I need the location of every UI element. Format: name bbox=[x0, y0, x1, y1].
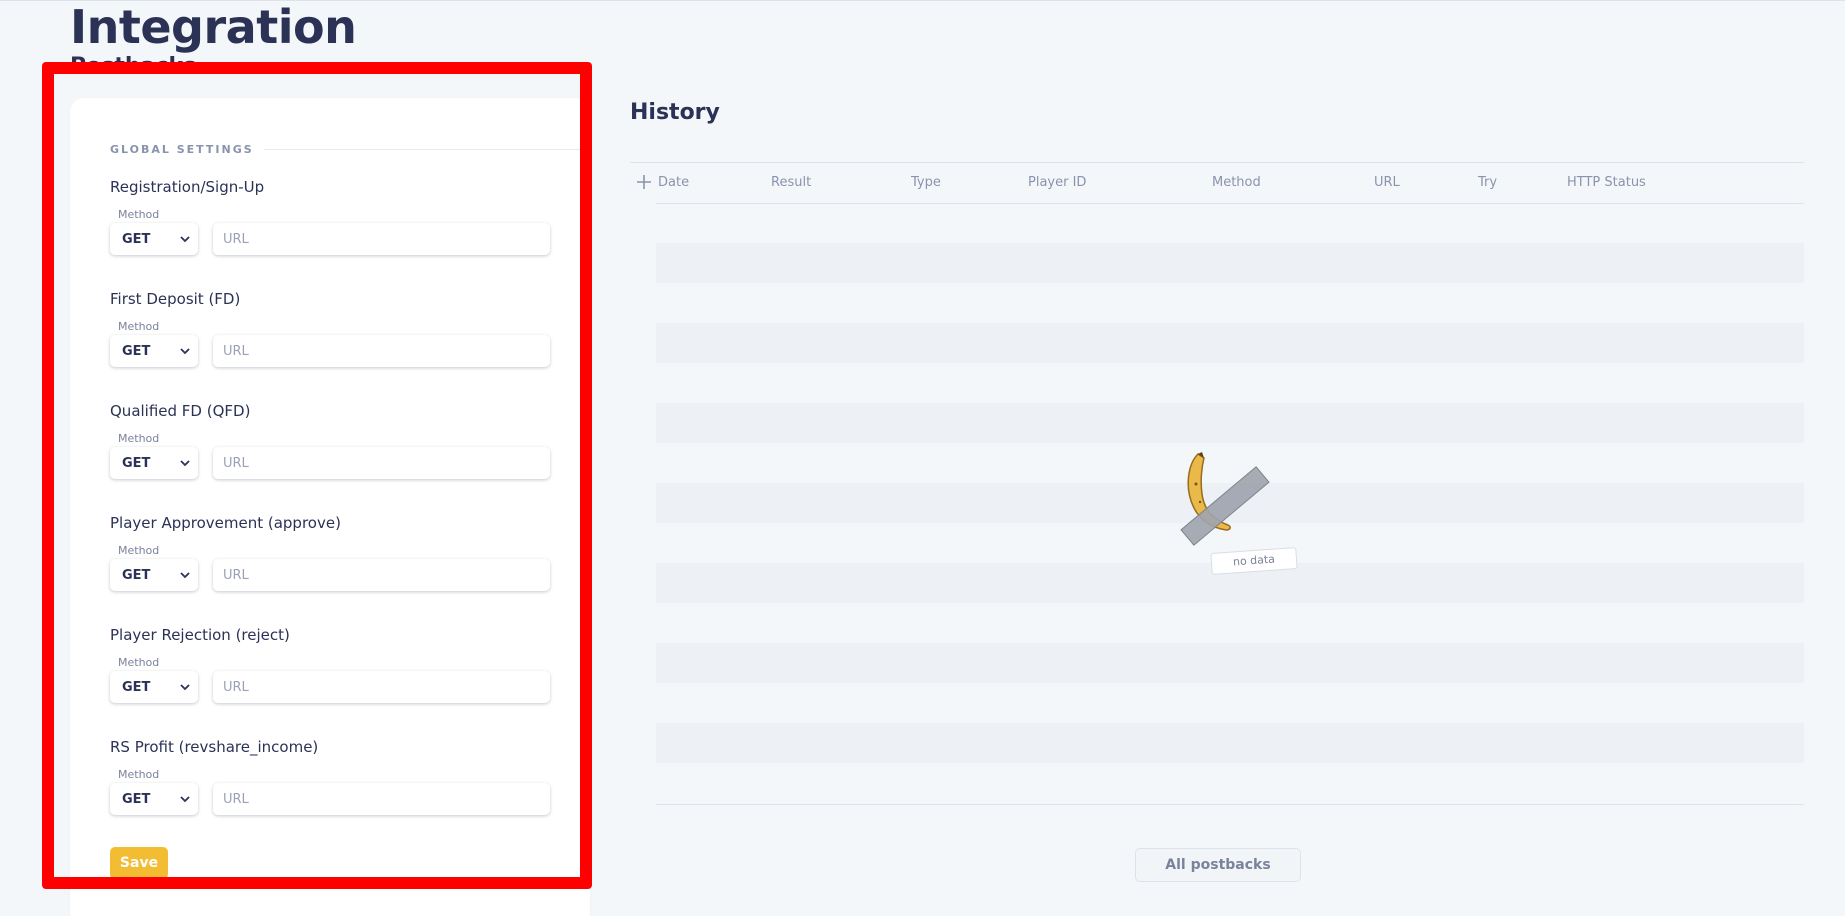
method-select[interactable]: GET bbox=[110, 671, 198, 703]
field-label: Player Rejection (reject) bbox=[110, 626, 290, 644]
plus-icon[interactable] bbox=[636, 174, 652, 190]
column-player-id[interactable]: Player ID bbox=[1028, 175, 1086, 190]
url-input[interactable] bbox=[213, 447, 550, 479]
method-label: Method bbox=[118, 320, 160, 333]
method-label: Method bbox=[118, 208, 160, 221]
chevron-down-icon bbox=[180, 458, 190, 468]
method-label: Method bbox=[118, 768, 160, 781]
field-label: Qualified FD (QFD) bbox=[110, 402, 251, 420]
column-result[interactable]: Result bbox=[771, 175, 811, 190]
empty-state: no data bbox=[1166, 450, 1306, 580]
url-input[interactable] bbox=[213, 335, 550, 367]
postbacks-card: GLOBAL SETTINGS Registration/Sign-Up Met… bbox=[70, 98, 590, 916]
taped-banana-icon bbox=[1180, 452, 1270, 546]
url-input[interactable] bbox=[213, 559, 550, 591]
history-divider bbox=[630, 162, 1804, 163]
postback-field-revshare: RS Profit (revshare_income) Method GET bbox=[110, 738, 570, 815]
postback-field-reject: Player Rejection (reject) Method GET bbox=[110, 626, 570, 703]
column-date[interactable]: Date bbox=[658, 175, 689, 190]
postbacks-section-title: Postbacks bbox=[70, 54, 197, 79]
global-settings-heading: GLOBAL SETTINGS bbox=[110, 143, 590, 156]
heading-rule bbox=[263, 149, 590, 150]
column-url[interactable]: URL bbox=[1374, 175, 1400, 190]
field-label: Registration/Sign-Up bbox=[110, 178, 265, 196]
field-label: RS Profit (revshare_income) bbox=[110, 738, 319, 756]
save-button[interactable]: Save bbox=[110, 847, 168, 879]
method-select[interactable]: GET bbox=[110, 335, 198, 367]
placeholder-row bbox=[656, 643, 1804, 683]
placeholder-row bbox=[656, 323, 1804, 363]
header-divider bbox=[656, 203, 1804, 204]
column-method[interactable]: Method bbox=[1212, 175, 1261, 190]
placeholder-row bbox=[656, 723, 1804, 763]
chevron-down-icon bbox=[180, 346, 190, 356]
method-label: Method bbox=[118, 544, 160, 557]
all-postbacks-button[interactable]: All postbacks bbox=[1135, 848, 1301, 882]
postback-field-first-deposit: First Deposit (FD) Method GET bbox=[110, 290, 570, 367]
method-select[interactable]: GET bbox=[110, 223, 198, 255]
chevron-down-icon bbox=[180, 794, 190, 804]
history-title: History bbox=[630, 100, 720, 125]
postback-field-approve: Player Approvement (approve) Method GET bbox=[110, 514, 570, 591]
url-input[interactable] bbox=[213, 223, 550, 255]
field-label: First Deposit (FD) bbox=[110, 290, 241, 308]
chevron-down-icon bbox=[180, 234, 190, 244]
method-label: Method bbox=[118, 432, 160, 445]
placeholder-row bbox=[656, 243, 1804, 283]
method-select[interactable]: GET bbox=[110, 783, 198, 815]
chevron-down-icon bbox=[180, 570, 190, 580]
url-input[interactable] bbox=[213, 671, 550, 703]
method-select[interactable]: GET bbox=[110, 447, 198, 479]
url-input[interactable] bbox=[213, 783, 550, 815]
table-bottom-divider bbox=[656, 804, 1804, 805]
method-select[interactable]: GET bbox=[110, 559, 198, 591]
postback-field-qualified-fd: Qualified FD (QFD) Method GET bbox=[110, 402, 570, 479]
chevron-down-icon bbox=[180, 682, 190, 692]
column-type[interactable]: Type bbox=[911, 175, 941, 190]
column-http-status[interactable]: HTTP Status bbox=[1567, 175, 1646, 190]
column-try[interactable]: Try bbox=[1478, 175, 1497, 190]
placeholder-row bbox=[656, 403, 1804, 443]
page-title: Integration bbox=[70, 0, 357, 54]
postback-field-registration: Registration/Sign-Up Method GET bbox=[110, 178, 570, 255]
method-label: Method bbox=[118, 656, 160, 669]
field-label: Player Approvement (approve) bbox=[110, 514, 341, 532]
history-table-header: Date Result Type Player ID Method URL Tr… bbox=[630, 172, 1804, 204]
no-data-label: no data bbox=[1210, 547, 1298, 575]
